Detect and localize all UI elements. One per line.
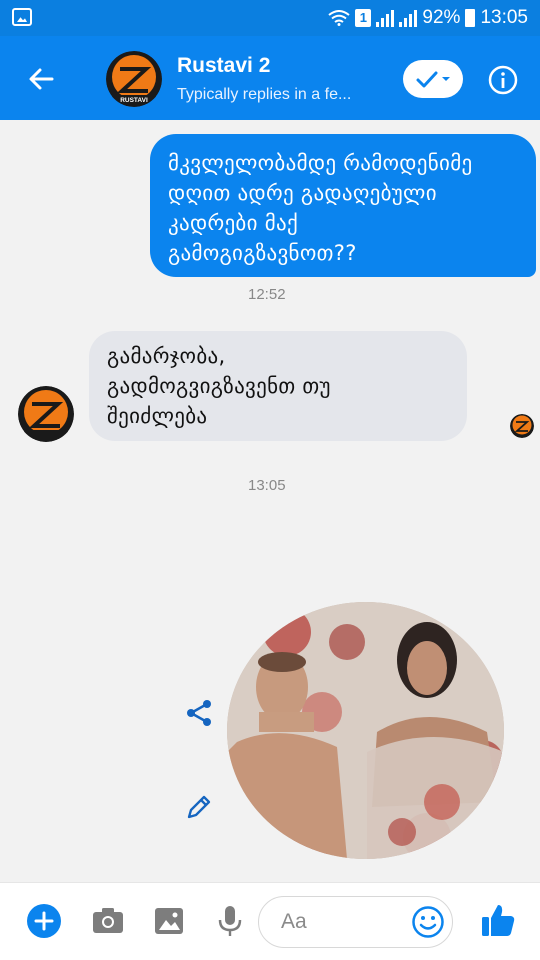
message-line: შეიძლება xyxy=(107,404,208,428)
gallery-notification-icon xyxy=(12,8,32,26)
logo-text: RUSTAVI xyxy=(120,97,148,104)
incoming-message-bubble[interactable]: გამარჯობა, გადმოგვიგზავენთ თუ შეიძლება xyxy=(89,331,467,441)
shared-photo[interactable] xyxy=(227,602,504,859)
message-line: კადრები მაქ xyxy=(168,211,299,235)
status-indicators: 1 92% 13:05 xyxy=(328,7,528,29)
signal-icon-2 xyxy=(399,9,418,27)
message-line: გამარჯობა, xyxy=(107,344,226,368)
avatar[interactable]: RUSTAVI xyxy=(106,51,162,107)
back-arrow-icon[interactable] xyxy=(24,62,58,96)
timestamp: 13:05 xyxy=(248,477,286,494)
outgoing-message-bubble[interactable]: მკვლელობამდე რამოდენიმე დღით ადრე გადაღე… xyxy=(150,134,536,277)
share-icon[interactable] xyxy=(182,696,216,730)
signal-icon xyxy=(376,9,395,27)
page-title: Rustavi 2 xyxy=(177,54,271,77)
pencil-icon[interactable] xyxy=(184,792,214,822)
rustavi-logo-icon xyxy=(510,414,534,438)
conversation-header: RUSTAVI Rustavi 2 Typically replies in a… xyxy=(0,36,540,120)
timestamp: 12:52 xyxy=(248,286,286,303)
plus-icon[interactable] xyxy=(26,903,62,939)
message-line: გადმოგვიგზავენთ თუ xyxy=(107,374,331,398)
message-line: გამოგიგზავნოთ?? xyxy=(168,241,357,265)
status-bar: 1 92% 13:05 xyxy=(0,0,540,36)
camera-icon[interactable] xyxy=(90,903,126,939)
thumbs-up-icon[interactable] xyxy=(479,901,517,939)
battery-icon xyxy=(465,9,476,27)
clock: 13:05 xyxy=(480,7,528,28)
reply-time-subtitle: Typically replies in a fe... xyxy=(177,86,352,103)
seen-indicator-avatar xyxy=(510,414,534,438)
sender-avatar[interactable] xyxy=(18,386,74,442)
info-icon[interactable] xyxy=(487,64,519,96)
message-composer: Aa xyxy=(0,882,540,960)
call-options-button[interactable] xyxy=(403,60,463,98)
message-line: დღით ადრე გადაღებული xyxy=(168,181,437,205)
check-icon xyxy=(416,71,450,88)
photo-image xyxy=(227,602,504,859)
wifi-icon xyxy=(328,10,351,26)
chevron-down-icon xyxy=(442,77,450,81)
image-icon[interactable] xyxy=(151,903,187,939)
emoji-icon[interactable] xyxy=(411,905,445,939)
battery-percent: 92% xyxy=(422,7,461,28)
microphone-icon[interactable] xyxy=(212,903,248,939)
rustavi-logo-icon: RUSTAVI xyxy=(106,51,162,107)
sim-indicator: 1 xyxy=(355,9,372,27)
message-line: მკვლელობამდე რამოდენიმე xyxy=(168,151,473,175)
rustavi-logo-icon xyxy=(18,386,74,442)
